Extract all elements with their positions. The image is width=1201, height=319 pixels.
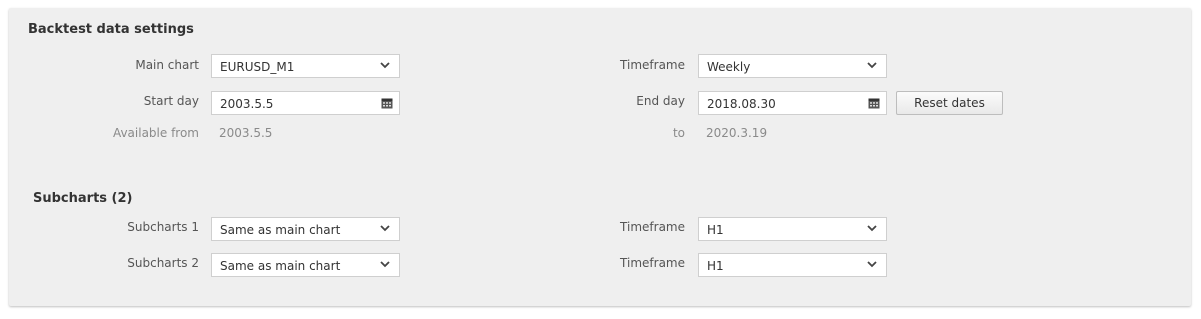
section-title-subcharts: Subcharts (2) xyxy=(33,191,133,206)
chevron-down-icon xyxy=(379,258,391,270)
reset-dates-button[interactable]: Reset dates xyxy=(896,91,1003,115)
chevron-down-icon xyxy=(379,59,391,71)
chevron-down-icon xyxy=(379,222,391,234)
main-chart-value: EURUSD_M1 xyxy=(220,60,295,74)
end-day-label: End day xyxy=(636,94,685,108)
timeframe-value: Weekly xyxy=(707,60,751,74)
subcharts-2-value: Same as main chart xyxy=(220,259,341,273)
subcharts-2-timeframe-label: Timeframe xyxy=(620,256,685,270)
subcharts-1-timeframe-value: H1 xyxy=(707,223,724,237)
subcharts-2-timeframe-value: H1 xyxy=(707,259,724,273)
end-day-input[interactable]: 2018.08.30 xyxy=(698,91,887,115)
timeframe-select[interactable]: Weekly xyxy=(698,54,887,78)
available-from-label: Available from xyxy=(112,126,199,140)
timeframe-label: Timeframe xyxy=(620,58,685,72)
main-chart-select[interactable]: EURUSD_M1 xyxy=(211,54,400,78)
section-title-backtest: Backtest data settings xyxy=(28,22,194,37)
available-from-value: 2003.5.5 xyxy=(219,126,273,140)
subcharts-2-label: Subcharts 2 xyxy=(127,256,199,270)
subcharts-1-label: Subcharts 1 xyxy=(127,220,199,234)
calendar-icon[interactable] xyxy=(381,97,393,109)
chevron-down-icon xyxy=(866,222,878,234)
subcharts-1-timeframe-label: Timeframe xyxy=(620,220,685,234)
main-chart-label: Main chart xyxy=(135,58,199,72)
to-label: to xyxy=(672,126,685,140)
calendar-icon[interactable] xyxy=(868,97,880,109)
start-day-value: 2003.5.5 xyxy=(220,97,274,111)
start-day-label: Start day xyxy=(143,94,199,108)
to-value: 2020.3.19 xyxy=(706,126,768,140)
subcharts-2-timeframe-select[interactable]: H1 xyxy=(698,253,887,277)
subcharts-1-timeframe-select[interactable]: H1 xyxy=(698,217,887,241)
start-day-input[interactable]: 2003.5.5 xyxy=(211,91,400,115)
subcharts-2-select[interactable]: Same as main chart xyxy=(211,253,400,277)
subcharts-1-select[interactable]: Same as main chart xyxy=(211,217,400,241)
chevron-down-icon xyxy=(866,258,878,270)
subcharts-1-value: Same as main chart xyxy=(220,223,341,237)
end-day-value: 2018.08.30 xyxy=(707,97,776,111)
backtest-settings-panel: Backtest data settings Main chart EURUSD… xyxy=(9,8,1191,306)
chevron-down-icon xyxy=(866,59,878,71)
